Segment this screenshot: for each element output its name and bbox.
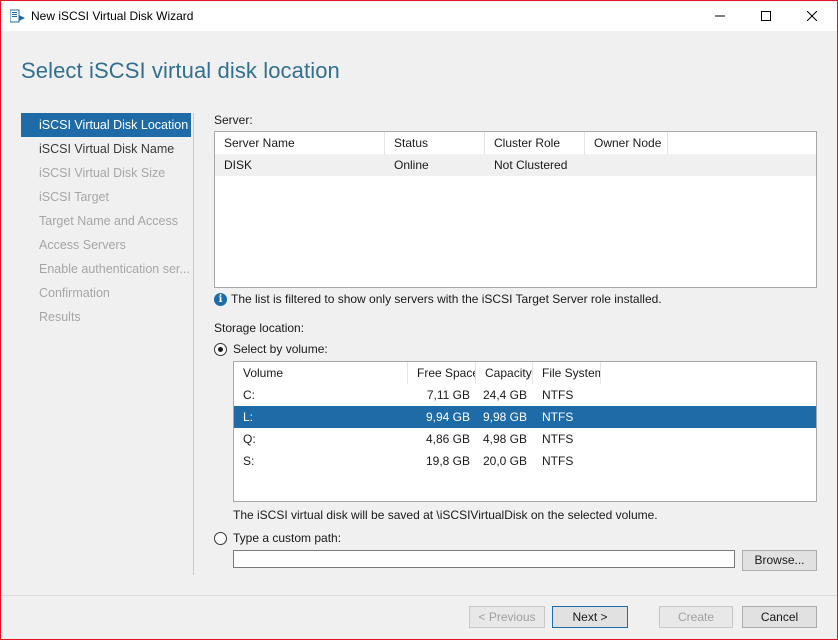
window-title: New iSCSI Virtual Disk Wizard (31, 9, 194, 23)
volume-free-space-cell: 9,94 GB (425, 410, 470, 424)
title-bar[interactable]: New iSCSI Virtual Disk Wizard (1, 1, 837, 31)
server-owner-node-cell (585, 154, 668, 176)
maximize-button[interactable] (743, 1, 789, 31)
column-header-free-space[interactable]: Free Space (408, 362, 476, 384)
custom-path-label: Type a custom path: (233, 531, 342, 545)
info-icon: i (214, 292, 227, 306)
volume-capacity-cell: 20,0 GB (482, 454, 527, 468)
volume-file-system-cell: NTFS (542, 410, 574, 424)
nav-step-disk-size: iSCSI Virtual Disk Size (39, 166, 166, 180)
server-list[interactable]: Server Name Status Cluster Role Owner No… (214, 131, 817, 288)
volume-file-system-cell: NTFS (542, 454, 574, 468)
minimize-icon (715, 15, 725, 17)
radio-checked-icon (214, 342, 227, 356)
wizard-app-icon (9, 9, 26, 23)
server-cluster-role-cell: Not Clustered (494, 158, 568, 172)
nav-step-target-name-access: Target Name and Access (39, 214, 178, 228)
minimize-button[interactable] (697, 1, 743, 31)
column-header-owner-node[interactable]: Owner Node (585, 132, 668, 154)
volume-row[interactable]: C: 7,11 GB 24,4 GB NTFS (234, 384, 816, 406)
volume-free-space-cell: 7,11 GB (426, 388, 470, 402)
volume-file-system-cell: NTFS (542, 432, 574, 446)
nav-divider (193, 113, 194, 575)
server-list-header: Server Name Status Cluster Role Owner No… (215, 132, 668, 154)
column-header-volume[interactable]: Volume (234, 362, 408, 384)
nav-step-iscsi-target: iSCSI Target (39, 190, 109, 204)
column-header-cluster-role[interactable]: Cluster Role (485, 132, 585, 154)
close-button[interactable] (789, 1, 835, 31)
volume-name-cell: Q: (243, 432, 256, 446)
server-status-cell: Online (394, 158, 429, 172)
select-by-volume-label: Select by volume: (233, 342, 328, 356)
column-header-file-system[interactable]: File System (533, 362, 601, 384)
volume-name-cell: L: (243, 410, 254, 424)
server-name-cell: DISK (224, 158, 253, 172)
volume-row-selected[interactable]: L: 9,94 GB 9,98 GB NTFS (234, 406, 816, 428)
server-row[interactable]: DISK Online Not Clustered (215, 154, 816, 176)
close-icon (807, 11, 817, 21)
nav-step-disk-name[interactable]: iSCSI Virtual Disk Name (21, 137, 191, 161)
nav-step-enable-authentication: Enable authentication ser... (39, 262, 190, 276)
previous-button[interactable]: < Previous (469, 606, 545, 628)
volume-name-cell: S: (243, 454, 255, 468)
create-button[interactable]: Create (659, 606, 733, 628)
volume-list[interactable]: Volume Free Space Capacity File System C… (233, 361, 817, 502)
column-header-server-name[interactable]: Server Name (215, 132, 385, 154)
page-title: Select iSCSI virtual disk location (21, 58, 340, 83)
volume-free-space-cell: 19,8 GB (425, 454, 470, 468)
next-button[interactable]: Next > (552, 606, 628, 628)
server-label: Server: (214, 113, 253, 127)
wizard-window: New iSCSI Virtual Disk Wizard Select iSC… (0, 0, 838, 640)
volume-list-header: Volume Free Space Capacity File System (234, 362, 601, 384)
volume-capacity-cell: 24,4 GB (482, 388, 527, 402)
volume-name-cell: C: (243, 388, 255, 402)
column-header-capacity[interactable]: Capacity (476, 362, 533, 384)
volume-row[interactable]: S: 19,8 GB 20,0 GB NTFS (234, 450, 816, 472)
nav-step-disk-location[interactable]: iSCSI Virtual Disk Location (21, 113, 191, 137)
nav-step-confirmation: Confirmation (39, 286, 110, 300)
volume-capacity-cell: 4,98 GB (482, 432, 527, 446)
volume-free-space-cell: 4,86 GB (425, 432, 470, 446)
wizard-step-nav: iSCSI Virtual Disk Location iSCSI Virtua… (21, 113, 193, 329)
volume-row[interactable]: Q: 4,86 GB 4,98 GB NTFS (234, 428, 816, 450)
custom-path-input[interactable] (233, 550, 735, 568)
save-location-note: The iSCSI virtual disk will be saved at … (233, 508, 658, 522)
server-filter-info: i The list is filtered to show only serv… (214, 292, 662, 306)
column-header-status[interactable]: Status (385, 132, 485, 154)
nav-step-results: Results (39, 310, 81, 324)
wizard-content: Select iSCSI virtual disk location iSCSI… (1, 31, 837, 595)
volume-file-system-cell: NTFS (542, 388, 574, 402)
browse-button[interactable]: Browse... (742, 550, 817, 571)
select-by-volume-radio[interactable]: Select by volume: (214, 342, 328, 356)
radio-unchecked-icon (214, 531, 227, 545)
wizard-footer: < Previous Next > Create Cancel (1, 595, 837, 639)
server-filter-info-text: The list is filtered to show only server… (231, 292, 662, 306)
cancel-button[interactable]: Cancel (742, 606, 817, 628)
custom-path-radio[interactable]: Type a custom path: (214, 531, 341, 545)
storage-location-label: Storage location: (214, 321, 305, 335)
maximize-icon (761, 11, 771, 21)
volume-capacity-cell: 9,98 GB (482, 410, 527, 424)
nav-step-access-servers: Access Servers (39, 238, 126, 252)
